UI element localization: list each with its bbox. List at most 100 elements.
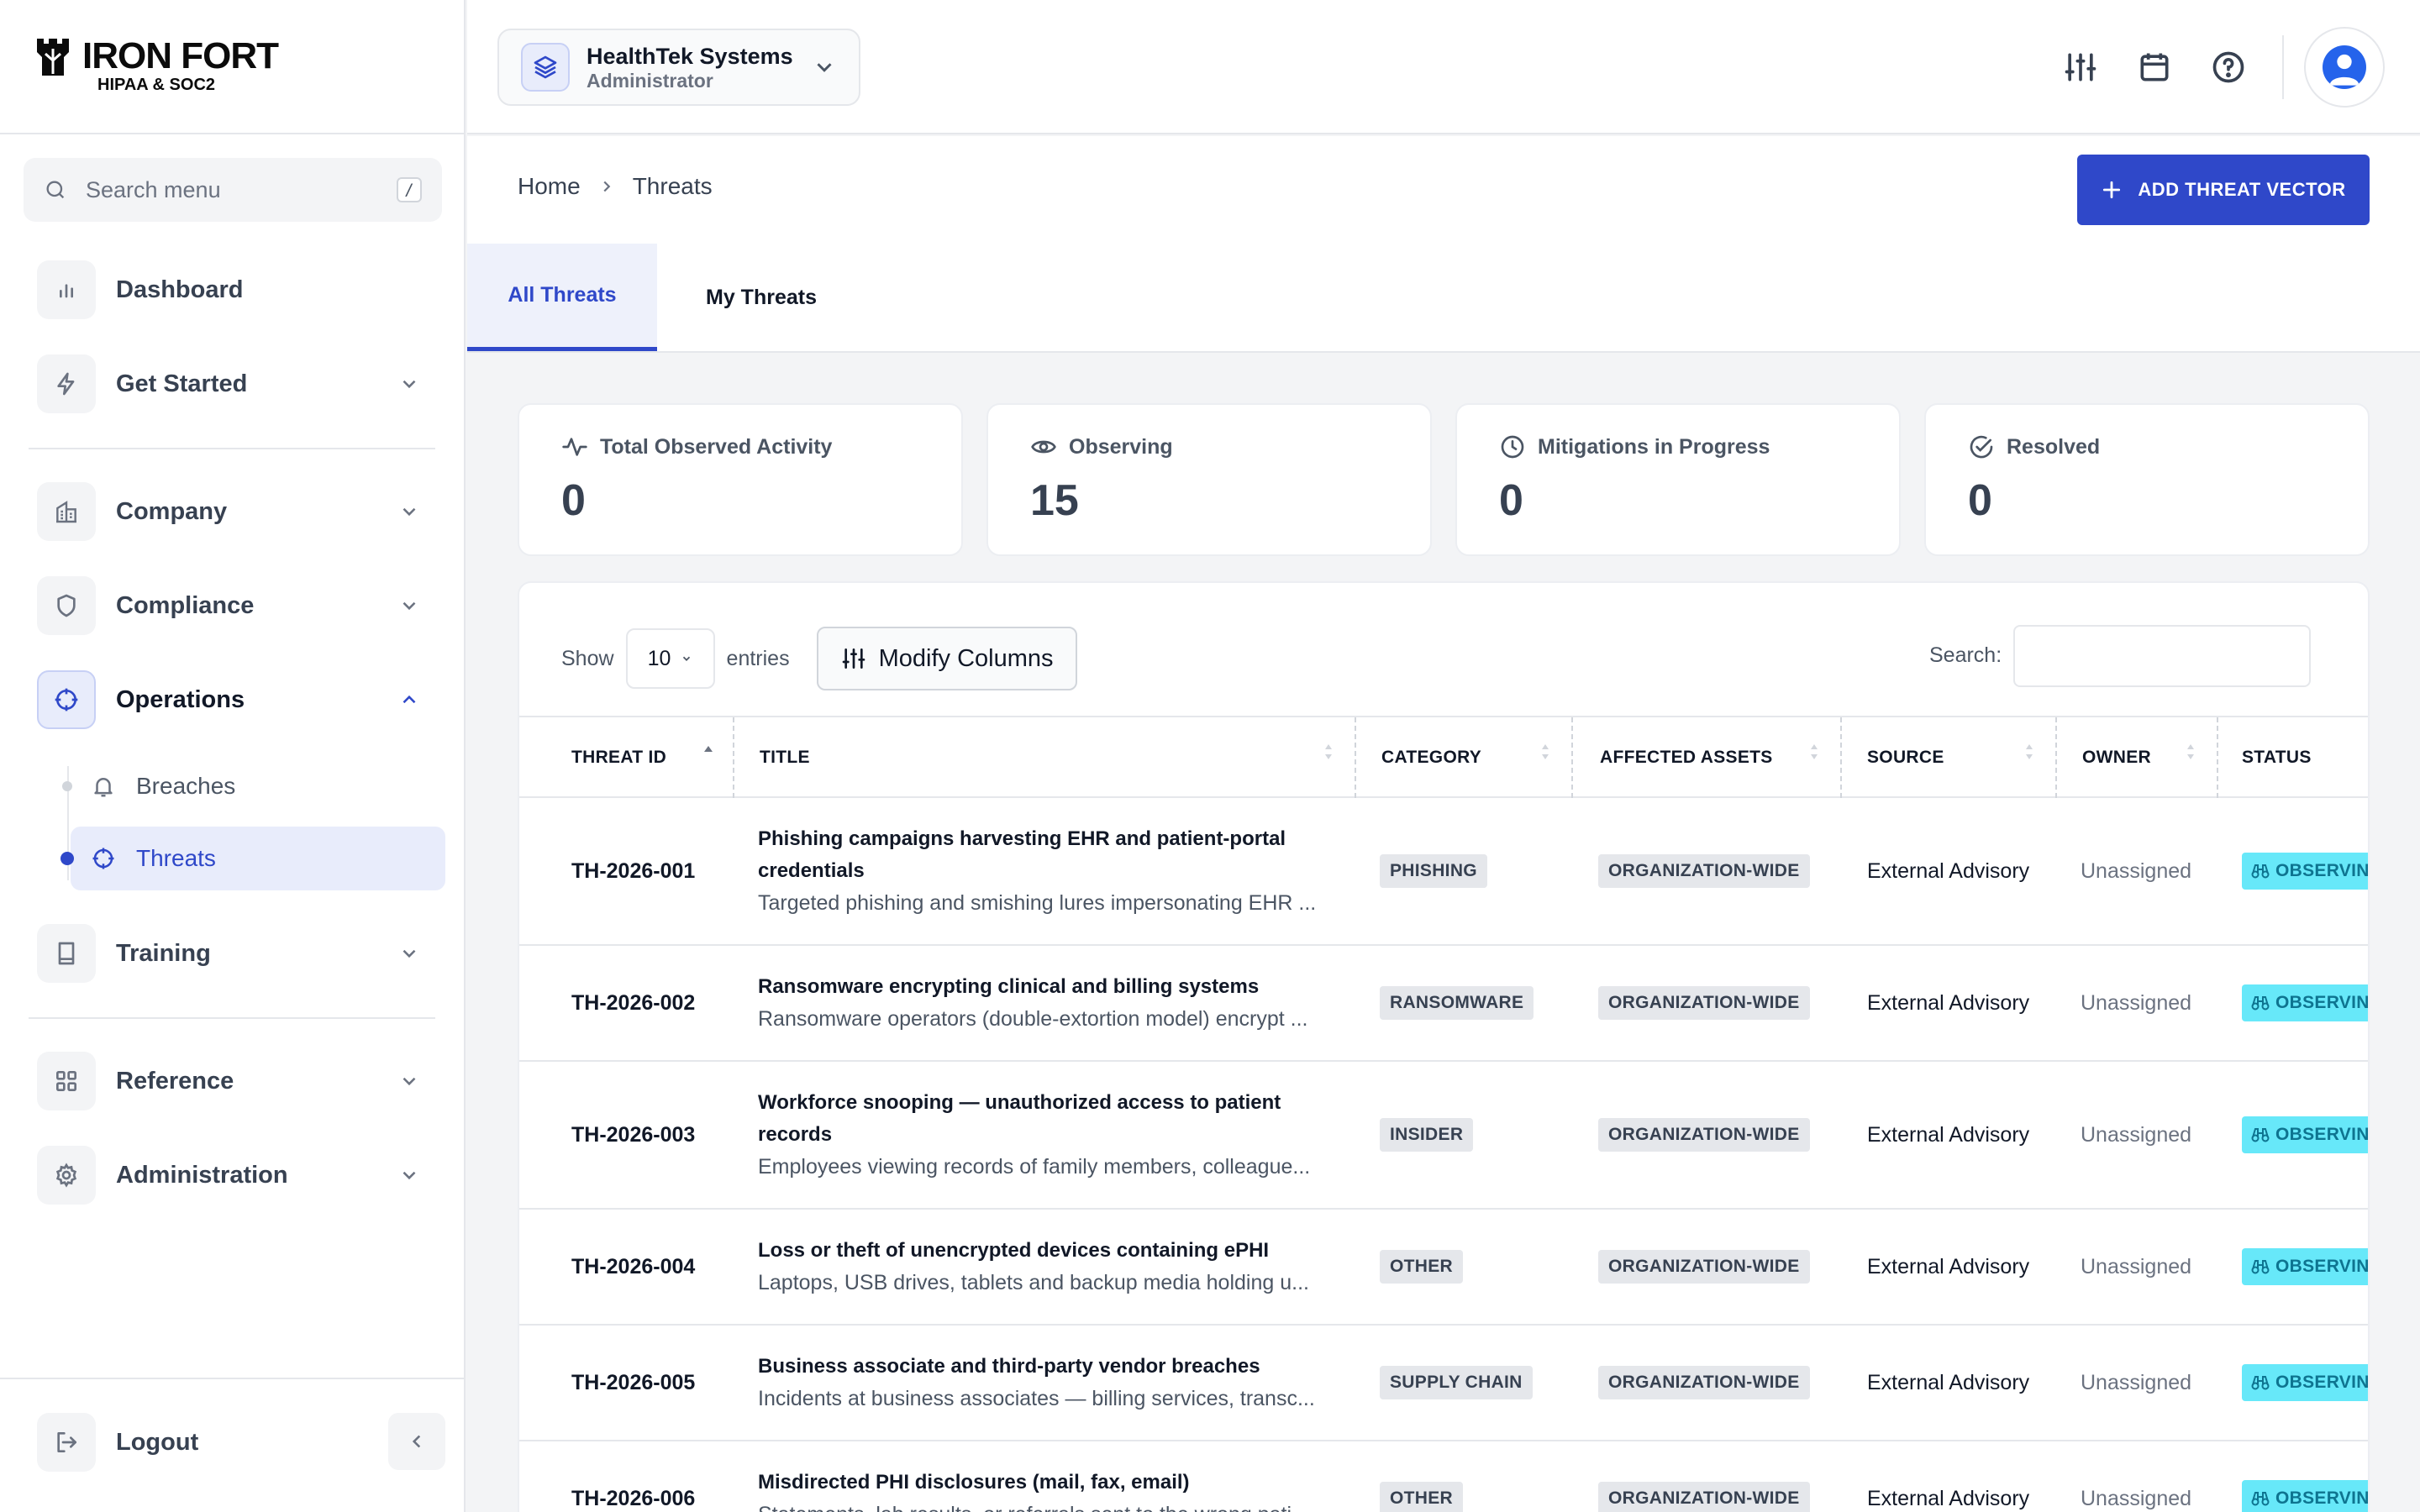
status-badge: OBSERVING [2242,1248,2368,1285]
column-divider [2055,717,2057,798]
source-cell: External Advisory [1867,1370,2030,1394]
page-header: Home Threats ADD THREAT VECTOR All Threa… [467,136,2420,353]
sort-icon[interactable] [2023,743,2035,761]
threat-title[interactable]: Misdirected PHI disclosures (mail, fax, … [758,1467,1190,1499]
gear-icon [55,1163,77,1188]
threat-description: Laptops, USB drives, tablets and backup … [758,1271,1309,1294]
column-header-status[interactable]: STATUS [2242,717,2312,798]
stat-value: 0 [561,476,586,525]
column-divider [1840,717,1842,798]
source-cell: External Advisory [1867,1122,2030,1147]
user-avatar[interactable] [2304,27,2385,108]
sidebar-item-dashboard[interactable]: Dashboard [37,260,432,319]
status-badge: OBSERVING [2242,853,2368,890]
column-header-threat-id[interactable]: THREAT ID [571,717,666,798]
activity-icon [562,438,587,456]
category-badge: RANSOMWARE [1380,986,1534,1020]
assets-badge: ORGANIZATION-WIDE [1598,986,1810,1020]
brand-logo[interactable]: IRON FORT HIPAA & SOC2 [35,37,279,96]
threat-id[interactable]: TH-2026-005 [571,1326,695,1440]
bell-icon [94,778,113,797]
table-row[interactable]: TH-2026-002 Ransomware encrypting clinic… [519,946,2368,1062]
threat-title[interactable]: Loss or theft of unencrypted devices con… [758,1235,1269,1267]
assets-badge: ORGANIZATION-WIDE [1598,1482,1810,1512]
tab-my-threats[interactable]: My Threats [657,244,865,351]
sidebar-item-breaches[interactable]: Breaches [62,754,445,818]
calendar-icon[interactable] [2136,49,2173,86]
binoculars-icon [2251,1128,2270,1142]
threat-id[interactable]: TH-2026-002 [571,946,695,1060]
crosshair-icon [55,688,78,711]
layers-icon [534,55,557,79]
owner-cell: Unassigned [2081,858,2192,883]
sort-icon[interactable] [1323,743,1334,761]
sort-icon[interactable] [1539,743,1551,761]
binoculars-icon [2251,996,2270,1011]
entries-value: 10 [647,646,671,670]
threat-id[interactable]: TH-2026-004 [571,1210,695,1324]
sidebar-item-get-started[interactable]: Get Started [37,354,432,413]
submenu-dot [60,852,74,865]
chevron-up-icon [402,695,416,704]
table-row[interactable]: TH-2026-001 Phishing campaigns harvestin… [519,798,2368,946]
binoculars-icon [2251,864,2270,879]
threat-title[interactable]: Ransomware encrypting clinical and billi… [758,971,1259,1003]
threat-title[interactable]: Workforce snooping — unauthorized access… [758,1087,1329,1151]
collapse-sidebar-button[interactable] [388,1413,445,1470]
entries-select[interactable]: 10 [625,628,715,689]
clock-icon [1501,435,1524,459]
chevron-down-icon [402,380,416,389]
column-header-title[interactable]: TITLE [760,717,810,798]
breadcrumb-current: Threats [632,173,713,199]
category-badge: SUPPLY CHAIN [1380,1366,1533,1399]
sidebar-item-label: Breaches [136,773,236,799]
column-header-affected-assets[interactable]: AFFECTED ASSETS [1600,717,1773,798]
sort-icon[interactable] [2185,743,2196,761]
column-header-owner[interactable]: OWNER [2082,717,2151,798]
tab-all-threats[interactable]: All Threats [467,244,657,351]
sidebar-divider [0,1378,466,1379]
chevron-right-icon [603,181,611,192]
sort-icon[interactable] [1808,743,1820,761]
search-menu-input[interactable]: Search menu / [24,158,442,222]
threat-title[interactable]: Phishing campaigns harvesting EHR and pa… [758,823,1329,887]
sidebar-item-label: Compliance [116,591,255,619]
sort-asc-icon[interactable] [702,743,714,761]
search-icon [46,181,65,199]
binoculars-icon [2251,1260,2270,1274]
sidebar-item-compliance[interactable]: Compliance [37,576,432,635]
chevron-down-icon [817,63,832,72]
sidebar-item-administration[interactable]: Administration [37,1146,432,1205]
owner-cell: Unassigned [2081,1370,2192,1394]
table-row[interactable]: TH-2026-003 Workforce snooping — unautho… [519,1062,2368,1210]
stat-card-resolved: Resolved 0 [1924,403,2370,556]
modify-columns-button[interactable]: Modify Columns [816,627,1077,690]
threat-id[interactable]: TH-2026-003 [571,1062,695,1208]
sidebar-item-label: Administration [116,1161,288,1189]
sidebar-item-threats[interactable]: Threats [60,827,445,890]
shield-icon [57,594,76,617]
organization-switcher[interactable]: HealthTek Systems Administrator [497,29,860,106]
breadcrumb-home[interactable]: Home [518,173,581,200]
sidebar-item-training[interactable]: Training [37,924,432,983]
add-threat-vector-button[interactable]: ADD THREAT VECTOR [2077,155,2370,225]
entries-label: entries [726,646,790,670]
table-row[interactable]: TH-2026-005 Business associate and third… [519,1326,2368,1441]
logout-button[interactable]: Logout [37,1413,365,1472]
sidebar-divider [29,448,435,449]
threat-id[interactable]: TH-2026-006 [571,1441,695,1512]
threat-id[interactable]: TH-2026-001 [571,798,695,944]
sliders-icon[interactable] [2062,49,2099,86]
table-search-input[interactable] [2013,625,2311,687]
column-header-source[interactable]: SOURCE [1867,717,1944,798]
threat-title[interactable]: Business associate and third-party vendo… [758,1351,1260,1383]
table-row[interactable]: TH-2026-004 Loss or theft of unencrypted… [519,1210,2368,1326]
sidebar-item-company[interactable]: Company [37,482,432,541]
sidebar-item-operations[interactable]: Operations [37,670,432,729]
column-header-category[interactable]: CATEGORY [1381,717,1481,798]
help-icon[interactable] [2210,49,2247,86]
owner-cell: Unassigned [2081,1486,2192,1510]
table-controls: Show 10 entries Modify Columns [561,627,1077,690]
table-row[interactable]: TH-2026-006 Misdirected PHI disclosures … [519,1441,2368,1512]
sidebar-item-reference[interactable]: Reference [37,1052,432,1110]
